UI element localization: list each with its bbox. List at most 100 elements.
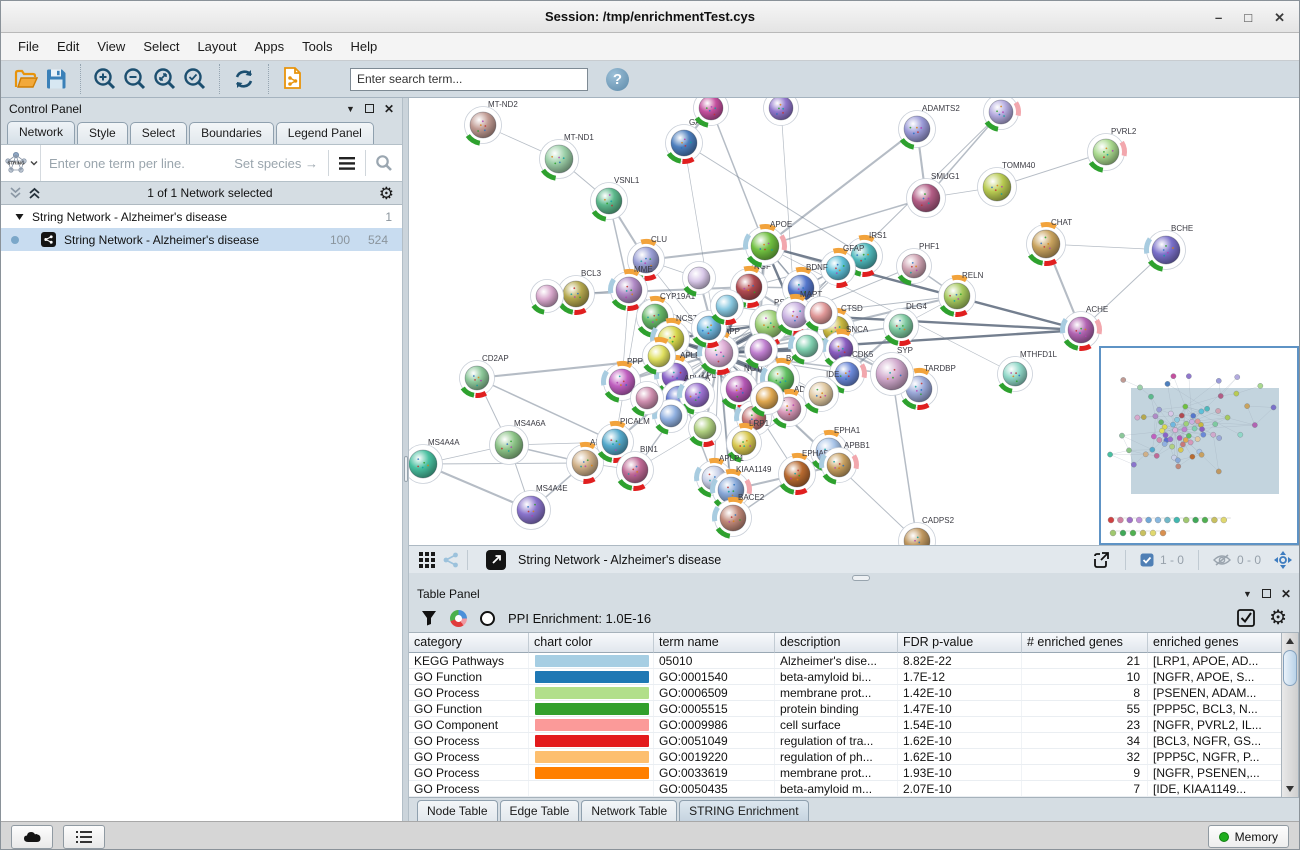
cloud-button[interactable] bbox=[11, 825, 53, 849]
zoom-fit-button[interactable] bbox=[150, 64, 180, 94]
share-network-icon[interactable] bbox=[443, 552, 459, 568]
graph-node-SMUG1[interactable]: SMUG1 bbox=[907, 172, 961, 218]
select-terms-icon[interactable] bbox=[1237, 609, 1255, 627]
graph-node-RELN[interactable]: RELN bbox=[939, 271, 984, 315]
graph-node-unnamed[interactable] bbox=[745, 334, 778, 367]
string-options-button[interactable] bbox=[329, 145, 365, 181]
horizontal-splitter[interactable] bbox=[409, 573, 1299, 583]
menu-item-tools[interactable]: Tools bbox=[293, 35, 341, 58]
graph-node-CHAT[interactable]: CHAT bbox=[1027, 218, 1073, 264]
graph-node-unnamed[interactable] bbox=[631, 382, 664, 415]
memory-button[interactable]: Memory bbox=[1208, 825, 1289, 848]
graph-node-unnamed[interactable] bbox=[683, 262, 716, 295]
zoom-selected-button[interactable] bbox=[180, 64, 210, 94]
filter-icon[interactable] bbox=[421, 610, 437, 626]
panel-close-icon[interactable]: ✕ bbox=[1281, 587, 1291, 601]
tab-node-table[interactable]: Node Table bbox=[417, 800, 498, 821]
graph-node-ADAMTS2[interactable]: ADAMTS2 bbox=[899, 104, 961, 148]
network-collection-row[interactable]: String Network - Alzheimer's disease 1 bbox=[1, 205, 402, 228]
splitter-handle[interactable] bbox=[852, 575, 870, 581]
column-header-chart-color[interactable]: chart color bbox=[529, 633, 654, 653]
search-input[interactable] bbox=[350, 68, 588, 91]
network-row-selected[interactable]: String Network - Alzheimer's disease 100… bbox=[1, 228, 402, 251]
column-header--enriched-genes[interactable]: # enriched genes bbox=[1022, 633, 1148, 653]
scrollbar-thumb[interactable] bbox=[1283, 650, 1297, 686]
graph-node-unnamed[interactable] bbox=[711, 290, 744, 323]
graph-node-unnamed[interactable] bbox=[643, 340, 676, 373]
tab-network[interactable]: Network bbox=[7, 121, 75, 144]
graph-node-unnamed[interactable] bbox=[694, 98, 729, 126]
tab-string-enrichment[interactable]: STRING Enrichment bbox=[679, 800, 808, 821]
expand-all-icon[interactable] bbox=[28, 187, 41, 199]
table-row[interactable]: GO ComponentGO:0009986cell surface1.54E-… bbox=[409, 717, 1298, 733]
column-header-description[interactable]: description bbox=[775, 633, 898, 653]
zoom-out-button[interactable] bbox=[120, 64, 150, 94]
graph-node-PVRL2[interactable]: PVRL2 bbox=[1088, 127, 1137, 171]
menu-item-file[interactable]: File bbox=[9, 35, 48, 58]
network-file-button[interactable] bbox=[278, 64, 308, 94]
table-row[interactable]: GO ProcessGO:0019220regulation of ph...1… bbox=[409, 749, 1298, 765]
graph-node-VSNL1[interactable]: VSNL1 bbox=[591, 176, 640, 220]
panel-close-icon[interactable]: ✕ bbox=[384, 102, 394, 116]
graph-node-unnamed[interactable] bbox=[751, 382, 784, 415]
hidden-eye-icon[interactable] bbox=[1213, 553, 1231, 567]
column-header-category[interactable]: category bbox=[409, 633, 529, 653]
menu-item-layout[interactable]: Layout bbox=[188, 35, 245, 58]
table-row[interactable]: GO ProcessGO:0051049regulation of tra...… bbox=[409, 733, 1298, 749]
close-button[interactable]: ✕ bbox=[1274, 11, 1285, 24]
graph-node-CADPS2[interactable]: CADPS2 bbox=[899, 516, 955, 545]
set-species-label[interactable]: Set species → bbox=[234, 156, 318, 171]
birds-eye-view[interactable] bbox=[1099, 346, 1299, 545]
table-row[interactable]: GO FunctionGO:0005515protein binding1.47… bbox=[409, 701, 1298, 717]
menu-item-select[interactable]: Select bbox=[134, 35, 188, 58]
table-scrollbar[interactable] bbox=[1281, 633, 1298, 797]
collapse-all-icon[interactable] bbox=[9, 187, 22, 199]
scroll-up-button[interactable] bbox=[1282, 633, 1298, 649]
open-in-string-icon[interactable] bbox=[486, 550, 506, 570]
graph-node-MS4A4E[interactable]: MS4A4E bbox=[512, 484, 568, 530]
graph-node-PHF1[interactable]: PHF1 bbox=[897, 242, 941, 284]
refresh-button[interactable] bbox=[229, 64, 259, 94]
grid-view-icon[interactable] bbox=[419, 552, 435, 568]
table-row[interactable]: GO ProcessGO:0033619membrane prot...1.93… bbox=[409, 765, 1298, 781]
gear-icon[interactable]: ⚙ bbox=[1269, 608, 1287, 628]
gear-icon[interactable]: ⚙ bbox=[379, 185, 394, 202]
panel-menu-icon[interactable]: ▼ bbox=[1243, 589, 1252, 599]
zoom-in-button[interactable] bbox=[90, 64, 120, 94]
menu-item-edit[interactable]: Edit bbox=[48, 35, 88, 58]
menu-item-help[interactable]: Help bbox=[342, 35, 387, 58]
vertical-splitter[interactable] bbox=[402, 98, 409, 821]
tab-edge-table[interactable]: Edge Table bbox=[500, 800, 580, 821]
column-header-FDR-p-value[interactable]: FDR p-value bbox=[898, 633, 1022, 653]
open-file-button[interactable] bbox=[11, 64, 41, 94]
column-header-enriched-genes[interactable]: enriched genes bbox=[1148, 633, 1298, 653]
graph-node-APOE[interactable]: APOE bbox=[745, 220, 792, 266]
graph-node-MS4A6A[interactable]: MS4A6A bbox=[490, 419, 547, 465]
table-row[interactable]: GO FunctionGO:0001540beta-amyloid bi...1… bbox=[409, 669, 1298, 685]
graph-node-BCHE[interactable]: BCHE bbox=[1146, 224, 1193, 270]
string-term-input[interactable] bbox=[41, 156, 234, 171]
graph-node-EPHA5[interactable]: EPHA5 bbox=[779, 449, 829, 493]
graph-node-unnamed[interactable] bbox=[531, 280, 564, 313]
graph-node-MTHFD1L[interactable]: MTHFD1L bbox=[998, 350, 1058, 392]
scroll-down-button[interactable] bbox=[1282, 781, 1298, 797]
export-network-icon[interactable] bbox=[1091, 550, 1111, 570]
chart-color-icon[interactable] bbox=[450, 610, 467, 627]
tab-legend-panel[interactable]: Legend Panel bbox=[276, 122, 374, 144]
graph-node-unnamed[interactable] bbox=[764, 98, 799, 126]
save-session-button[interactable] bbox=[41, 64, 71, 94]
menu-item-apps[interactable]: Apps bbox=[246, 35, 294, 58]
expander-icon[interactable] bbox=[15, 213, 24, 221]
table-row[interactable]: KEGG Pathways05010Alzheimer's dise...8.8… bbox=[409, 653, 1298, 669]
panel-float-icon[interactable] bbox=[1262, 589, 1271, 598]
ring-chart-icon[interactable] bbox=[480, 611, 495, 626]
selected-checkbox-icon[interactable] bbox=[1140, 553, 1154, 567]
graph-node-unnamed[interactable] bbox=[984, 98, 1019, 130]
table-row[interactable]: GO ProcessGO:0006509membrane prot...1.42… bbox=[409, 685, 1298, 701]
graph-node-BCL3[interactable]: BCL3 bbox=[558, 269, 602, 313]
graph-node-SYP[interactable]: SYP bbox=[871, 346, 914, 396]
help-button[interactable]: ? bbox=[606, 68, 629, 91]
graph-node-unnamed[interactable] bbox=[791, 330, 824, 363]
network-canvas[interactable]: MT-ND2MT-ND1VSNL1GAB2ADAMTS2PVRL2TOMM40S… bbox=[409, 98, 1299, 545]
tab-select[interactable]: Select bbox=[130, 122, 187, 144]
